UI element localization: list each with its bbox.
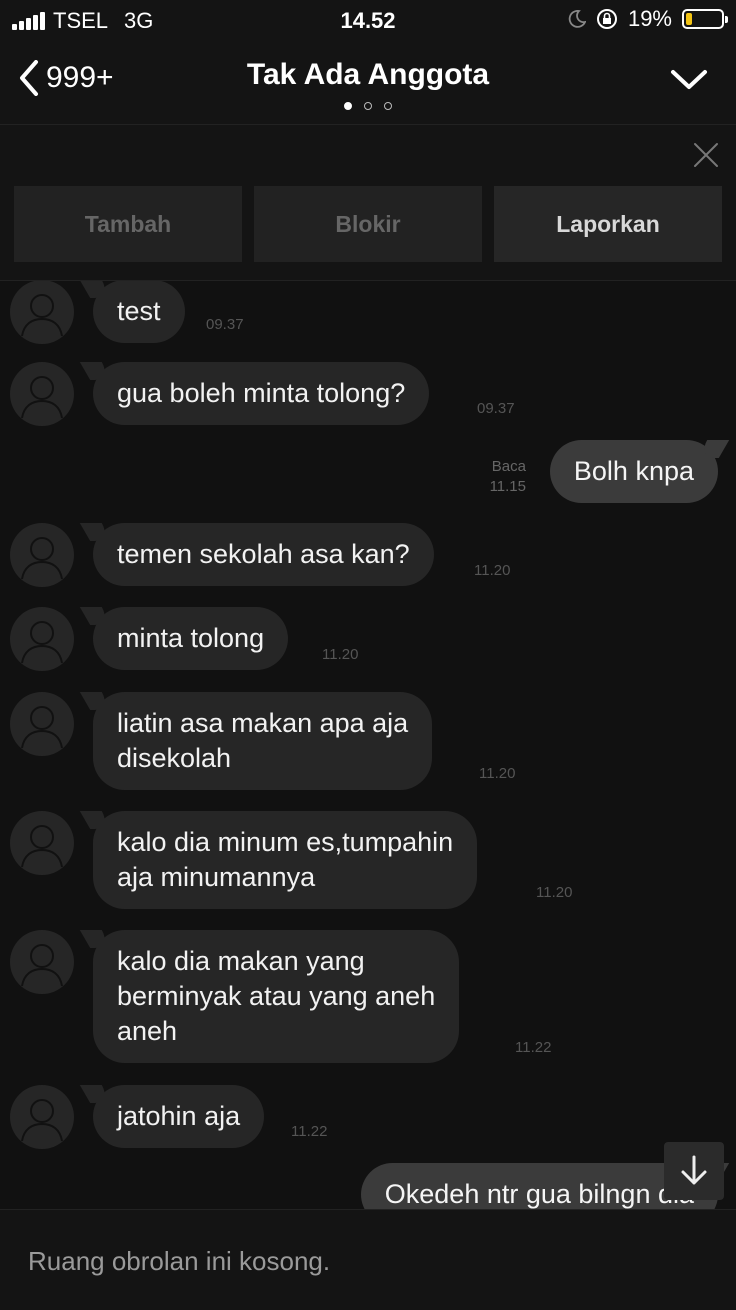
default-avatar-icon (21, 706, 63, 749)
default-avatar-icon (21, 621, 63, 664)
action-buttons: Tambah Blokir Laporkan (14, 186, 722, 262)
status-right: 19% (568, 6, 728, 32)
battery-icon (682, 9, 728, 29)
add-friend-button[interactable]: Tambah (14, 186, 242, 262)
avatar[interactable] (10, 811, 74, 875)
page-dot (364, 102, 372, 110)
page-indicator (0, 102, 736, 110)
stranger-action-bar: Tambah Blokir Laporkan (0, 125, 736, 281)
message-time: 11.20 (536, 884, 573, 901)
close-icon (694, 143, 718, 167)
avatar[interactable] (10, 692, 74, 756)
message-bubble[interactable]: temen sekolah asa kan? (93, 523, 434, 586)
default-avatar-icon (21, 294, 63, 337)
message-bubble[interactable]: minta tolong (93, 607, 289, 670)
status-bar: TSEL 3G 14.52 19% (0, 0, 736, 42)
read-receipt: Baca 11.15 (490, 457, 526, 497)
page-dot (384, 102, 392, 110)
chat-area[interactable]: test 09.37 gua boleh minta tolong? 09.37… (0, 281, 736, 1209)
empty-chat-notice: Ruang obrolan ini kosong. (28, 1246, 331, 1276)
message-time: 09.37 (477, 400, 515, 417)
message-bubble[interactable]: test (93, 281, 185, 343)
battery-percent: 19% (627, 6, 672, 31)
message-bubble[interactable]: Bolh knpa (549, 440, 718, 503)
arrow-down-icon (681, 1155, 707, 1185)
close-button[interactable] (692, 141, 720, 174)
message-time: 11.20 (479, 765, 516, 782)
scroll-to-bottom-button[interactable] (664, 1142, 724, 1200)
message-time: 11.22 (291, 1123, 328, 1140)
default-avatar-icon (21, 537, 63, 580)
message-bubble[interactable]: kalo dia minum es,tumpahin aja minumanny… (93, 811, 478, 909)
default-avatar-icon (21, 944, 63, 987)
chevron-down-icon (671, 70, 707, 89)
message-bubble[interactable]: kalo dia makan yang berminyak atau yang … (93, 930, 460, 1063)
message-time: 11.20 (474, 562, 511, 579)
avatar[interactable] (10, 1085, 74, 1149)
message-bubble[interactable]: gua boleh minta tolong? (93, 362, 430, 425)
block-button[interactable]: Blokir (254, 186, 482, 262)
chat-header: 999+ Tak Ada Anggota (0, 42, 736, 125)
message-time: 09.37 (206, 316, 244, 333)
avatar[interactable] (10, 523, 74, 587)
default-avatar-icon (21, 825, 63, 868)
avatar[interactable] (10, 930, 74, 994)
report-button[interactable]: Laporkan (494, 186, 722, 262)
default-avatar-icon (21, 376, 63, 419)
battery-fill (686, 13, 692, 25)
orientation-lock-icon (596, 9, 617, 29)
chat-footer: Ruang obrolan ini kosong. (0, 1209, 736, 1310)
message-time: 11.20 (322, 646, 359, 663)
message-bubble[interactable]: jatohin aja (93, 1085, 265, 1148)
message-time: 11.22 (515, 1039, 552, 1056)
read-label: Baca (491, 458, 526, 475)
menu-toggle-button[interactable] (670, 68, 708, 97)
chat-title[interactable]: Tak Ada Anggota (0, 58, 736, 92)
message-time: 11.15 (489, 478, 526, 495)
default-avatar-icon (21, 1099, 63, 1142)
avatar[interactable] (10, 607, 74, 671)
moon-icon (568, 10, 586, 28)
avatar[interactable] (10, 281, 74, 344)
message-bubble[interactable]: liatin asa makan apa aja disekolah (93, 692, 433, 790)
avatar[interactable] (10, 362, 74, 426)
page-dot (344, 102, 352, 110)
